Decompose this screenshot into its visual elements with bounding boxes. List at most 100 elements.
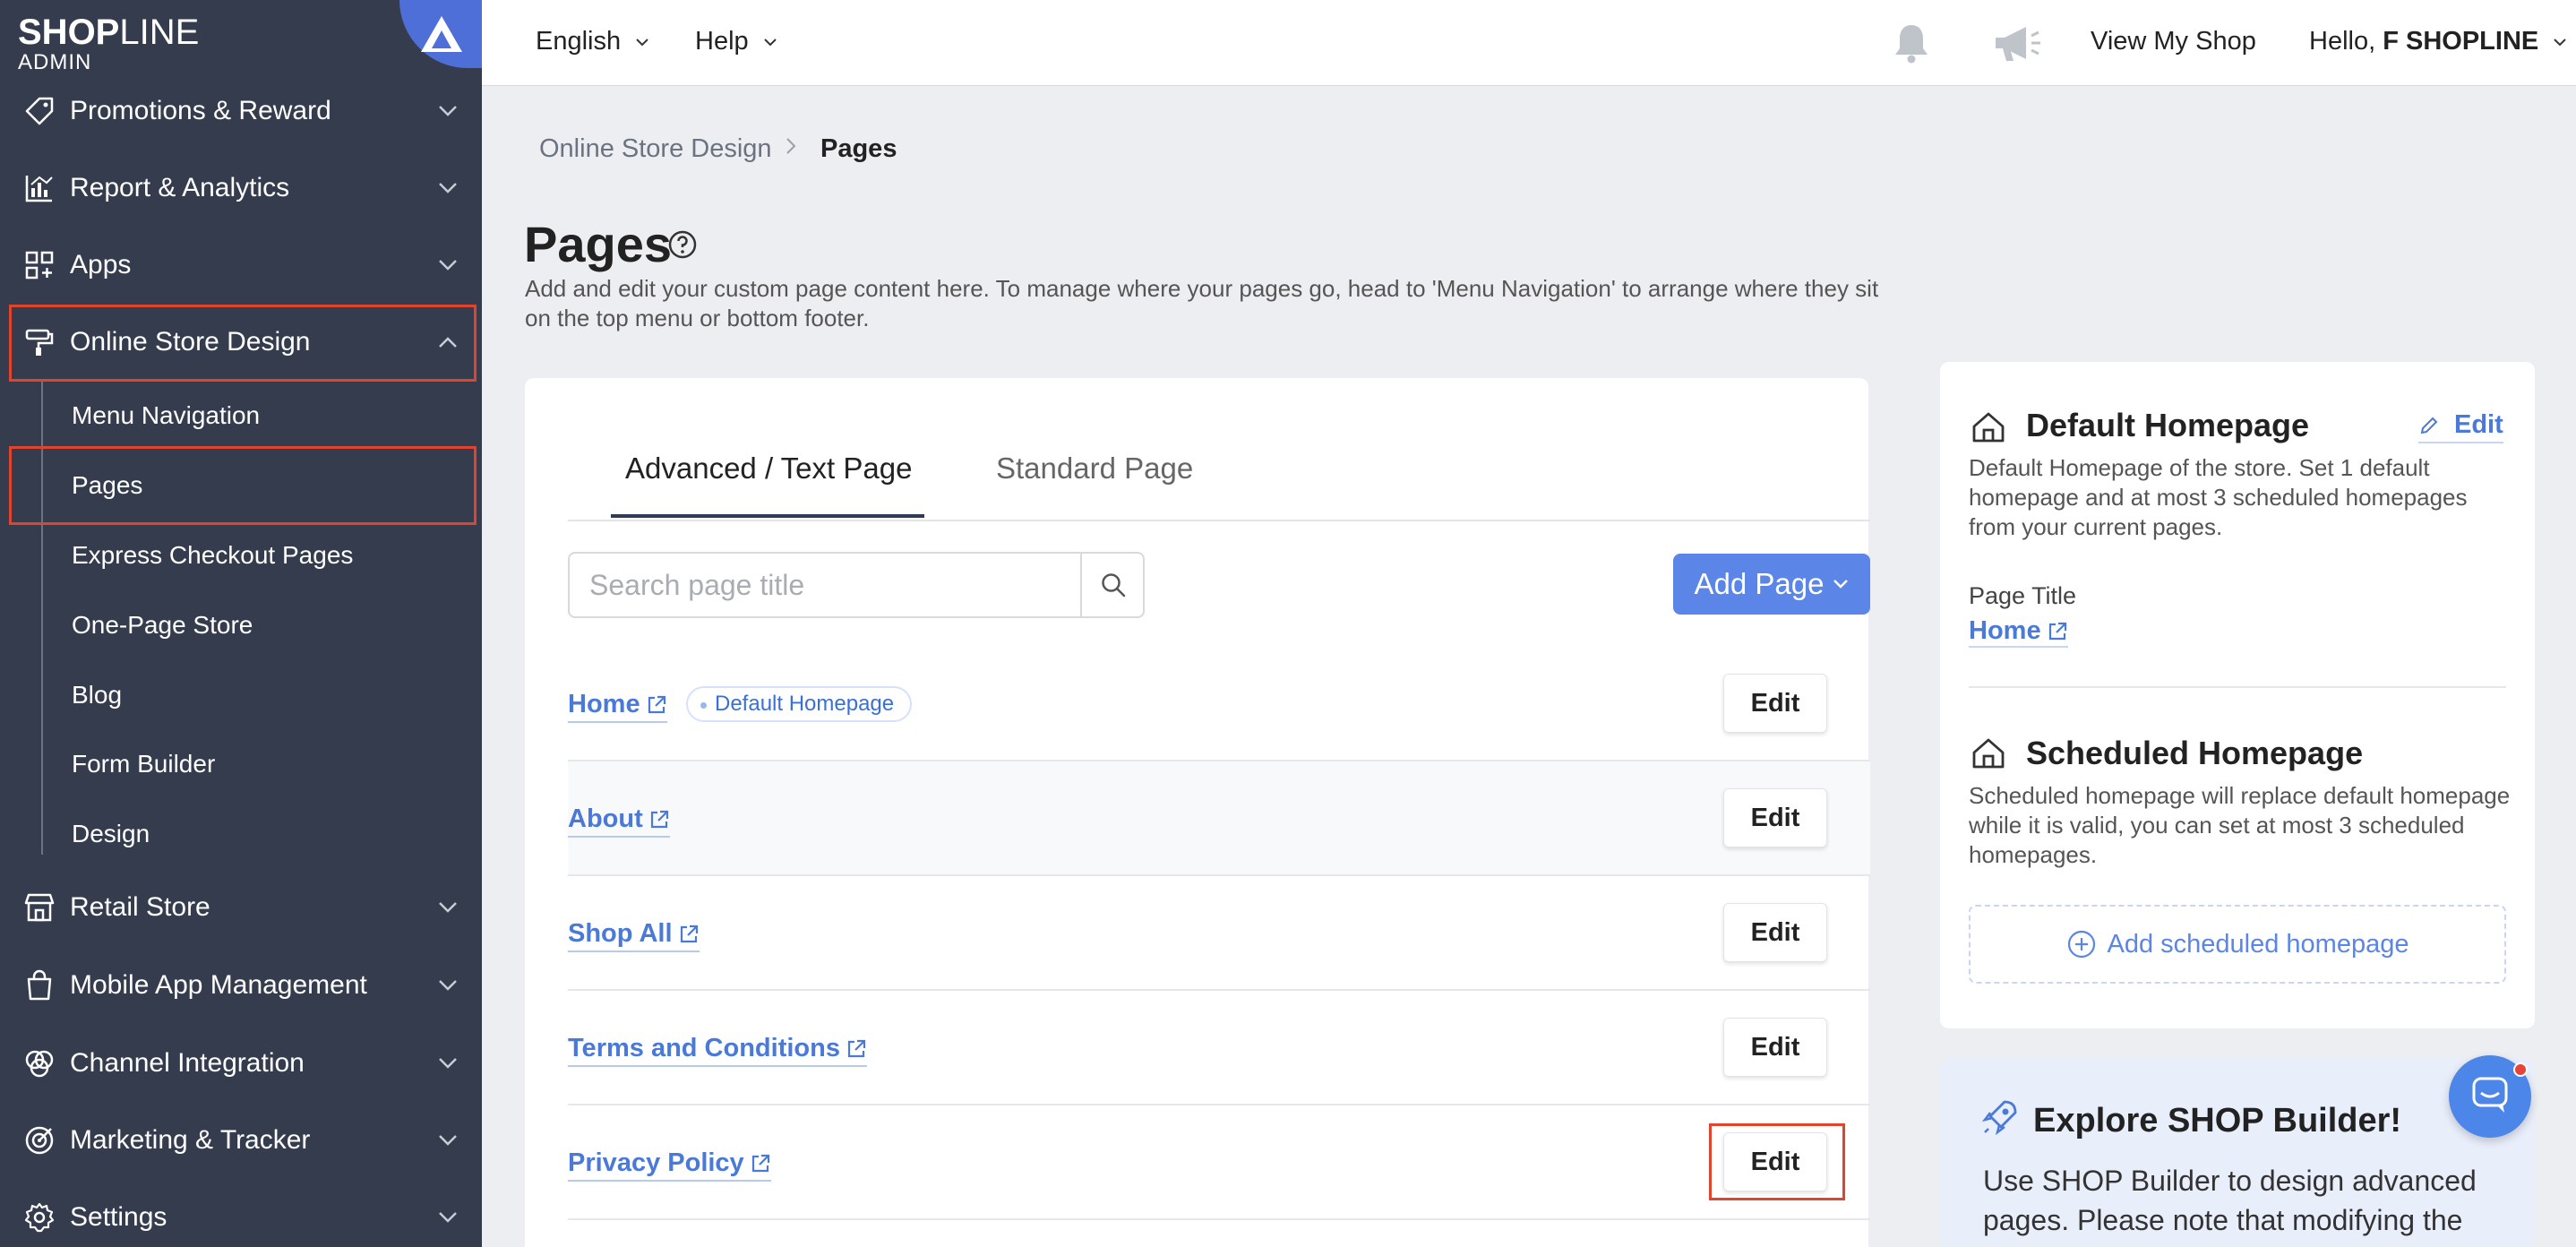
external-link-icon <box>648 695 665 713</box>
page-description: Add and edit your custom page content he… <box>525 275 1879 331</box>
chevron-down-icon <box>2554 39 2567 47</box>
chevron-down-icon <box>439 1212 457 1223</box>
store-icon <box>24 893 55 922</box>
sidebar-item-label: Promotions & Reward <box>70 96 331 125</box>
language-dropdown[interactable]: English <box>536 27 649 56</box>
add-scheduled-homepage-button[interactable]: Add scheduled homepage <box>1969 905 2506 984</box>
target-icon <box>25 1126 54 1155</box>
explore-text: Use SHOP Builder to design advanced page… <box>1983 1165 2477 1236</box>
table-row: About Edit <box>568 761 1870 876</box>
chevron-down-icon <box>1833 580 1849 589</box>
tag-icon <box>25 97 54 125</box>
help-label: Help <box>695 27 749 56</box>
logo-brand-bold: SHOP <box>18 13 120 52</box>
page-link-home[interactable]: Home <box>568 690 667 723</box>
edit-button[interactable]: Edit <box>1723 1018 1827 1077</box>
add-page-label: Add Page <box>1694 567 1825 600</box>
sidebar-item-marketing-tracker[interactable]: Marketing & Tracker <box>0 1102 482 1179</box>
page-link-about[interactable]: About <box>568 804 670 838</box>
default-homepage-link[interactable]: Home <box>1969 616 2068 648</box>
help-dropdown[interactable]: Help <box>695 27 777 56</box>
external-link-icon <box>680 924 698 942</box>
add-scheduled-label: Add scheduled homepage <box>2107 929 2409 959</box>
page-link-terms[interactable]: Terms and Conditions <box>568 1034 867 1067</box>
table-row: Terms and Conditions Edit <box>568 991 1870 1105</box>
tab-standard-page[interactable]: Standard Page <box>996 452 1193 486</box>
external-link-icon <box>2048 622 2066 640</box>
highlight-pages <box>9 446 477 525</box>
user-name: F SHOPLINE <box>2383 27 2539 56</box>
highlight-online-store-design <box>9 305 477 382</box>
default-homepage-edit-link[interactable]: Edit <box>2418 410 2503 443</box>
question-circle-icon[interactable] <box>667 229 698 260</box>
megaphone-icon[interactable] <box>1992 23 2042 64</box>
chevron-right-icon <box>786 138 796 154</box>
page-link-privacy[interactable]: Privacy Policy <box>568 1148 771 1182</box>
tab-divider <box>568 520 1870 521</box>
chevron-down-icon <box>439 106 457 116</box>
scheduled-homepage-title: Scheduled Homepage <box>2026 735 2364 771</box>
default-homepage-badge: Default Homepage <box>686 686 913 722</box>
sidebar-item-label: Retail Store <box>70 892 210 922</box>
page-title-text: Privacy Policy <box>568 1148 744 1177</box>
sidebar-item-settings[interactable]: Settings <box>0 1179 482 1247</box>
chevron-down-icon <box>439 183 457 194</box>
view-my-shop-link[interactable]: View My Shop <box>2091 27 2256 56</box>
page-link-shop-all[interactable]: Shop All <box>568 919 700 952</box>
search-button[interactable] <box>1080 554 1143 616</box>
chevron-down-icon <box>439 902 457 913</box>
sidebar-item-report-analytics[interactable]: Report & Analytics <box>0 150 482 227</box>
edit-button[interactable]: Edit <box>1723 903 1827 962</box>
edit-button[interactable]: Edit <box>1723 788 1827 847</box>
sidebar-subitem-one-page-store[interactable]: One-Page Store <box>72 611 253 640</box>
notification-dot <box>2513 1062 2528 1077</box>
page-title-text: Terms and Conditions <box>568 1034 840 1062</box>
table-row: Home Default Homepage Edit <box>568 647 1870 761</box>
homepage-value: Home <box>1969 616 2041 645</box>
sidebar-subitem-blog[interactable]: Blog <box>72 681 122 710</box>
channel-icon <box>25 1050 54 1078</box>
rocket-icon <box>1981 1100 2017 1136</box>
external-link-icon <box>650 810 668 828</box>
search-icon <box>1102 573 1126 598</box>
chevron-down-icon <box>439 1135 457 1146</box>
sidebar-subitem-express-checkout[interactable]: Express Checkout Pages <box>72 541 353 570</box>
search-input[interactable] <box>570 554 1080 616</box>
bell-icon[interactable] <box>1892 22 1931 64</box>
table-row: Privacy Policy Edit <box>568 1105 1870 1220</box>
sidebar-item-retail-store[interactable]: Retail Store <box>0 869 482 946</box>
active-tab-indicator <box>611 514 924 518</box>
sidebar-item-label: Mobile App Management <box>70 970 367 1000</box>
explore-title: Explore SHOP Builder! <box>2033 1102 2402 1140</box>
sidebar-subitem-design[interactable]: Design <box>72 820 150 848</box>
chevron-down-icon <box>764 39 777 47</box>
breadcrumb-parent[interactable]: Online Store Design <box>539 134 772 164</box>
external-link-icon <box>751 1154 769 1172</box>
table-row: Shop All Edit <box>568 876 1870 991</box>
sidebar-subitem-form-builder[interactable]: Form Builder <box>72 750 215 778</box>
page-title-text: Shop All <box>568 919 673 948</box>
tab-advanced-text-page[interactable]: Advanced / Text Page <box>625 452 912 486</box>
chart-icon <box>25 176 53 202</box>
page-title-text: Home <box>568 690 640 718</box>
logo-admin-label: ADMIN <box>18 50 92 74</box>
user-menu[interactable]: Hello, F SHOPLINE <box>2309 27 2567 56</box>
highlight-edit-privacy <box>1709 1123 1845 1200</box>
sidebar-item-mobile-app[interactable]: Mobile App Management <box>0 947 482 1024</box>
chevron-down-icon <box>439 1058 457 1069</box>
shopline-logo[interactable]: SHOPLINE ADMIN <box>18 14 199 73</box>
chevron-down-icon <box>439 980 457 991</box>
language-label: English <box>536 27 622 56</box>
sidebar-item-promotions[interactable]: Promotions & Reward <box>0 73 482 150</box>
sidebar-item-channel-integration[interactable]: Channel Integration <box>0 1025 482 1102</box>
sidebar-subitem-menu-navigation[interactable]: Menu Navigation <box>72 401 260 430</box>
add-page-button[interactable]: Add Page <box>1673 554 1870 615</box>
sidebar-item-label: Marketing & Tracker <box>70 1125 311 1155</box>
edit-button[interactable]: Edit <box>1723 674 1827 733</box>
edit-label: Edit <box>2454 410 2503 439</box>
sidebar-item-apps[interactable]: Apps <box>0 227 482 304</box>
chat-support-button[interactable] <box>2449 1055 2531 1138</box>
pencil-icon <box>2420 417 2438 434</box>
chevron-down-icon <box>636 39 648 47</box>
logo-mark-icon <box>399 0 482 68</box>
